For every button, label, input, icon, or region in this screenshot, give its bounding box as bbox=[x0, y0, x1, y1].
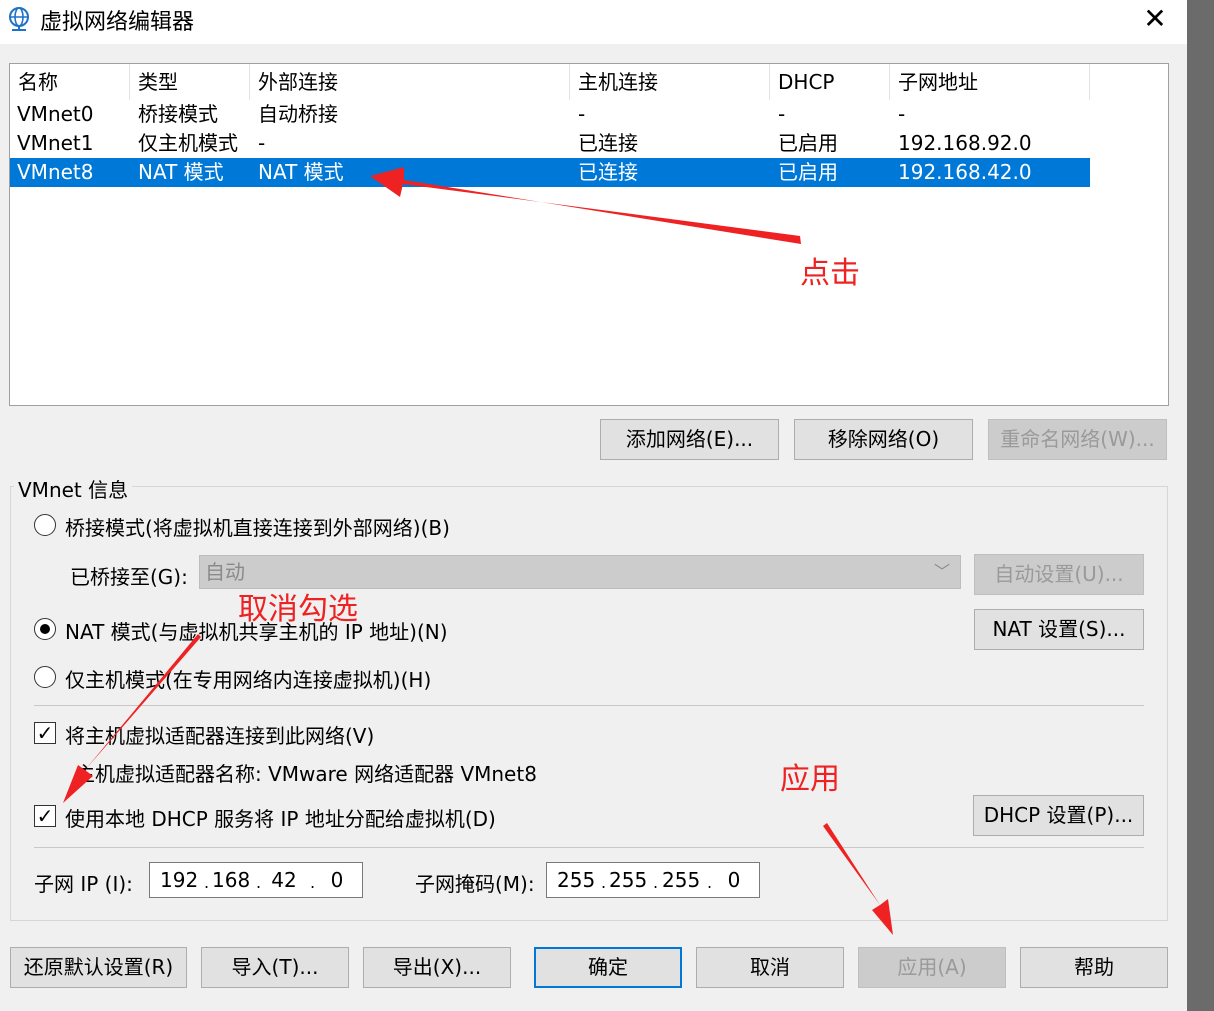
annotation-apply: 应用 bbox=[780, 762, 840, 797]
arrow-to-dhcp-checkbox bbox=[63, 634, 201, 803]
arrow-to-vmnet8 bbox=[370, 167, 801, 244]
annotation-arrows bbox=[63, 167, 893, 935]
arrow-to-apply-button bbox=[823, 823, 893, 935]
annotation-uncheck: 取消勾选 bbox=[238, 592, 358, 627]
annotation-click: 点击 bbox=[800, 256, 860, 291]
